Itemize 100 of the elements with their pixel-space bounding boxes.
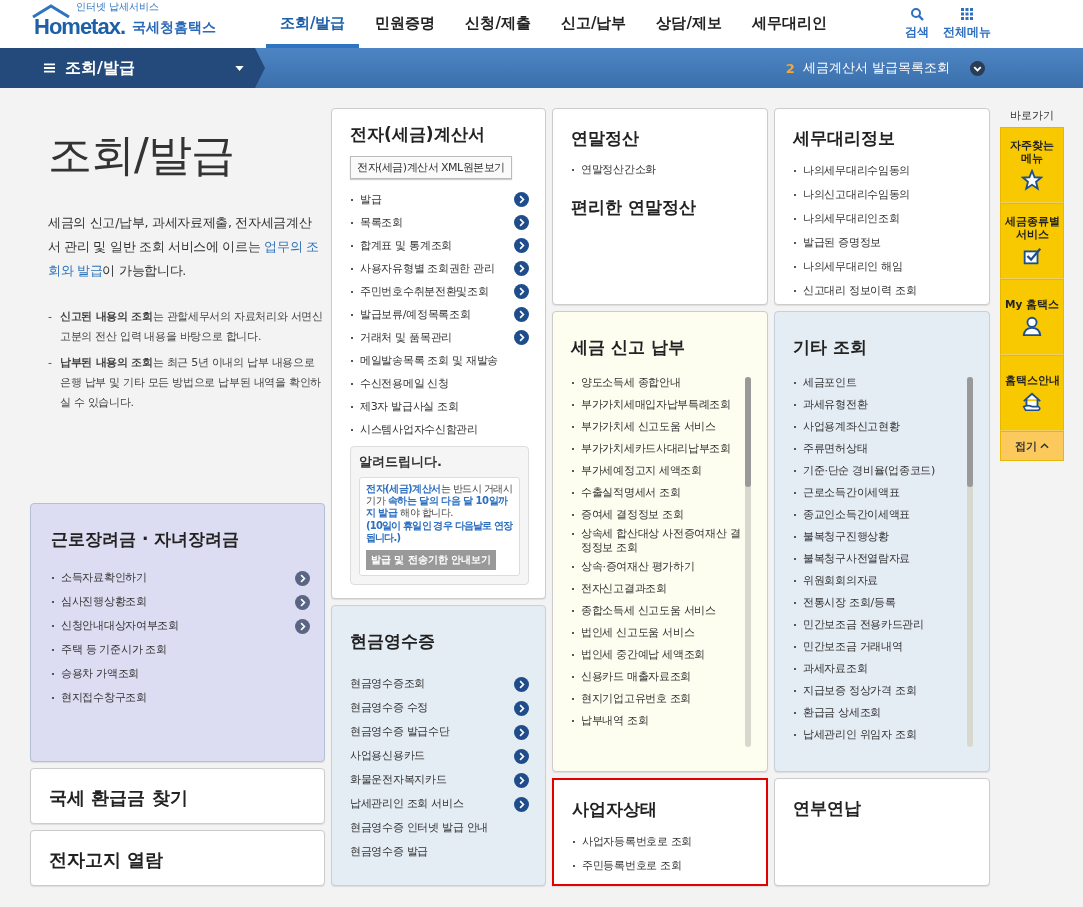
quick-link[interactable]: My 홈택스 bbox=[1000, 279, 1064, 355]
menu-link[interactable]: 나의세무대리인 해임 bbox=[793, 260, 903, 274]
notice-title: 알려드립니다. bbox=[359, 453, 443, 471]
card-title: 연말정산 bbox=[571, 127, 640, 150]
menu-link[interactable]: 합계표 및 통계조회 bbox=[350, 238, 452, 253]
menu-link[interactable]: 납부내역 조회 bbox=[571, 714, 649, 728]
menu-link[interactable]: 소득자료확인하기 bbox=[51, 571, 147, 585]
menu-link[interactable]: 종합소득세 신고도움 서비스 bbox=[571, 604, 716, 618]
menu-link[interactable]: 납세관리인 위임자 조회 bbox=[793, 728, 917, 742]
menu-link[interactable]: 주류면허상태 bbox=[793, 442, 868, 456]
menu-link[interactable]: 나의세무대리수임동의 bbox=[793, 164, 910, 178]
menu-link[interactable]: 부가가치세 신고도움 서비스 bbox=[571, 420, 716, 434]
roof-icon bbox=[30, 4, 72, 18]
menu-link[interactable]: 주민번호수취분전환및조회 bbox=[350, 284, 489, 299]
dropdown-icon bbox=[970, 60, 985, 76]
menu-link[interactable]: 제3자 발급사실 조회 bbox=[350, 399, 459, 414]
menu-link[interactable]: 불복청구사전열람자료 bbox=[793, 552, 910, 566]
menu-link[interactable]: 법인세 중간예납 세액조회 bbox=[571, 648, 706, 662]
menu-link[interactable]: 세금포인트 bbox=[793, 376, 857, 390]
menu-link[interactable]: 전통시장 조회/등록 bbox=[793, 596, 896, 610]
chevron-circle-icon bbox=[514, 261, 529, 276]
menu-link[interactable]: 현지기업고유번호 조회 bbox=[571, 692, 692, 706]
menu-link[interactable]: 연말정산간소화 bbox=[571, 163, 656, 177]
menu-link[interactable]: 수출실적명세서 조회 bbox=[571, 486, 681, 500]
menu-link[interactable]: 종교인소득간이세액표 bbox=[793, 508, 910, 522]
menu-link[interactable]: 환급금 상세조회 bbox=[793, 706, 882, 720]
header-tool[interactable]: 전체메뉴 bbox=[943, 7, 991, 41]
chevron-circle-icon bbox=[514, 772, 529, 788]
menu-link[interactable]: 과세유형전환 bbox=[793, 398, 868, 412]
menu-link[interactable]: 기준·단순 경비율(업종코드) bbox=[793, 464, 936, 478]
nav-tab[interactable]: 민원증명 bbox=[361, 0, 450, 48]
scrollbar[interactable] bbox=[967, 377, 973, 747]
menu-link[interactable]: 수신전용메일 신청 bbox=[350, 376, 449, 391]
card-title: 전자(세금)계산서 bbox=[350, 123, 486, 146]
menu-link[interactable]: 현금영수증 인터넷 발급 안내 bbox=[350, 821, 488, 835]
menu-link[interactable]: 현금영수증 수정 bbox=[350, 701, 429, 715]
recent-menu[interactable]: 2 세금계산서 발급목록조회 bbox=[785, 59, 985, 77]
menu-link[interactable]: 사용자유형별 조회권한 관리 bbox=[350, 261, 495, 276]
menu-link[interactable]: 현지접수창구조회 bbox=[51, 691, 147, 705]
menu-link[interactable]: 불복청구진행상황 bbox=[793, 530, 889, 544]
menu-link[interactable]: 상속·증여재산 평가하기 bbox=[571, 560, 695, 574]
menu-link[interactable]: 전자신고결과조회 bbox=[571, 582, 667, 596]
menu-link[interactable]: 발급된 증명정보 bbox=[793, 236, 882, 250]
menu-link[interactable]: 납세관리인 조회 서비스 bbox=[350, 797, 464, 811]
menu-link[interactable]: 법인세 신고도움 서비스 bbox=[571, 626, 695, 640]
menu-link[interactable]: 현금영수증 발급 bbox=[350, 845, 429, 859]
info-note: 신고된 내용의 조회는 관할세무서의 자료처리와 서면신고분의 전산 입력 내용을 바탕으로 합니다. bbox=[60, 309, 324, 345]
menu-link[interactable]: 근로소득간이세액표 bbox=[793, 486, 900, 500]
section-menu[interactable]: 조회/발급 bbox=[0, 48, 265, 88]
menu-link[interactable]: 상속세 합산대상 사전증여재산 결정정보 조회 bbox=[571, 527, 741, 555]
card-title: 연부연납 bbox=[793, 797, 862, 820]
menu-link[interactable]: 나의신고대리수임동의 bbox=[793, 188, 910, 202]
menu-link[interactable]: 부가가치세매입자납부특례조회 bbox=[571, 398, 731, 412]
menu-link[interactable]: 발급보류/예정목록조회 bbox=[350, 307, 471, 322]
menu-link[interactable]: 신용카드 매출자료조회 bbox=[571, 670, 692, 684]
menu-link[interactable]: 심사진행상황조회 bbox=[51, 595, 147, 609]
search-icon bbox=[910, 7, 924, 21]
xml-view-button[interactable]: 전자(세금)계산서 XML원본보기 bbox=[350, 156, 512, 179]
menu-link[interactable]: 과세자료조회 bbox=[793, 662, 868, 676]
menu-link[interactable]: 사업용신용카드 bbox=[350, 749, 425, 763]
menu-link[interactable]: 현금영수증 발급수단 bbox=[350, 725, 450, 739]
menu-grid-icon bbox=[960, 7, 974, 21]
nav-tab[interactable]: 신청/제출 bbox=[451, 0, 545, 48]
menu-link[interactable]: 거래처 및 품목관리 bbox=[350, 330, 452, 345]
quick-link[interactable]: 세금종류별 서비스 bbox=[1000, 203, 1064, 279]
menu-link[interactable]: 부가세예정고지 세액조회 bbox=[571, 464, 702, 478]
nav-tab[interactable]: 상담/제보 bbox=[642, 0, 736, 48]
menu-link[interactable]: 주민등록번호로 조회 bbox=[572, 859, 682, 873]
menu-link[interactable]: 주택 등 기준시가 조회 bbox=[51, 643, 167, 657]
menu-link[interactable]: 신고대리 정보이력 조회 bbox=[793, 284, 917, 298]
header-tool[interactable]: 검색 bbox=[905, 7, 929, 41]
menu-link[interactable]: 양도소득세 종합안내 bbox=[571, 376, 681, 390]
quick-link[interactable]: 홈택스안내 bbox=[1000, 355, 1064, 431]
menu-link[interactable]: 신청안내대상자여부조회 bbox=[51, 619, 179, 633]
house-hand-icon bbox=[1021, 390, 1043, 413]
menu-link[interactable]: 나의세무대리인조회 bbox=[793, 212, 900, 226]
page-description: 세금의 신고/납부, 과세자료제출, 전자세금계산서 관리 및 일반 조회 서비스에 이르는 업무의 조회와 발급이 가능합니다. bbox=[48, 214, 320, 280]
menu-link[interactable]: 부가가치세카드사대리납부조회 bbox=[571, 442, 731, 456]
menu-link[interactable]: 증여세 결정정보 조회 bbox=[571, 508, 684, 522]
collapse-button[interactable]: 접기 bbox=[1000, 431, 1064, 461]
menu-link[interactable]: 지급보증 정상가격 조회 bbox=[793, 684, 917, 698]
site-logo[interactable]: 인터넷 납세서비스 Hometax. 국세청홈택스 bbox=[28, 2, 238, 46]
menu-link[interactable]: 승용차 가액조회 bbox=[51, 667, 140, 681]
menu-link[interactable]: 민간보조금 전용카드관리 bbox=[793, 618, 924, 632]
menu-link[interactable]: 발급 bbox=[350, 192, 382, 207]
quick-link[interactable]: 자주찾는 메뉴 bbox=[1000, 127, 1064, 203]
scrollbar[interactable] bbox=[745, 377, 751, 747]
nav-tab[interactable]: 신고/납부 bbox=[546, 0, 641, 48]
menu-link[interactable]: 민간보조금 거래내역 bbox=[793, 640, 903, 654]
menu-link[interactable]: 사업자등록번호로 조회 bbox=[572, 835, 693, 849]
nav-tab[interactable]: 세무대리인 bbox=[737, 0, 841, 48]
chevron-circle-icon bbox=[295, 618, 310, 634]
menu-link[interactable]: 사업용계좌신고현황 bbox=[793, 420, 900, 434]
chevron-circle-icon bbox=[514, 330, 529, 345]
menu-link[interactable]: 현금영수증조회 bbox=[350, 677, 425, 691]
menu-link[interactable]: 시스템사업자수신함관리 bbox=[350, 422, 478, 437]
menu-link[interactable]: 목록조회 bbox=[350, 215, 403, 230]
menu-link[interactable]: 위원회회의자료 bbox=[793, 574, 878, 588]
menu-link[interactable]: 화물운전자복지카드 bbox=[350, 773, 447, 787]
menu-link[interactable]: 메일발송목록 조회 및 재발송 bbox=[350, 353, 498, 368]
